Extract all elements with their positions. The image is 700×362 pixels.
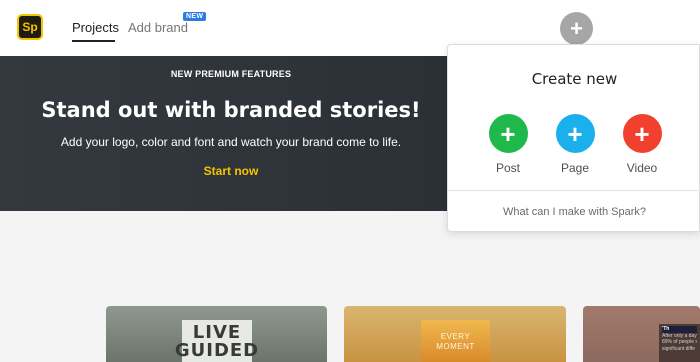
- option-label: Video: [626, 161, 658, 175]
- project-thumbnail: 'Th After only a day 89% of people sa si…: [659, 324, 700, 362]
- banner-subtitle: Add your logo, color and font and watch …: [60, 135, 402, 149]
- start-now-link[interactable]: Start now: [0, 164, 462, 178]
- create-video-option[interactable]: + Video: [612, 114, 672, 175]
- plus-icon: +: [570, 15, 583, 41]
- divider: [448, 190, 700, 191]
- plus-icon[interactable]: +: [622, 114, 662, 153]
- active-tab-indicator: [72, 40, 115, 42]
- thumb-text: GUIDED: [174, 340, 260, 361]
- create-new-title: Create new: [531, 70, 618, 88]
- spark-logo[interactable]: Sp: [17, 14, 43, 40]
- banner-eyebrow: NEW PREMIUM FEATURES: [170, 69, 292, 79]
- project-thumbnail: EVERY MOMENT: [421, 320, 490, 362]
- banner-title: Stand out with branded stories!: [41, 98, 421, 122]
- project-card[interactable]: EVERY MOMENT: [344, 306, 566, 362]
- help-link[interactable]: What can I make with Spark?: [448, 206, 700, 218]
- thumb-text: significant diffe: [662, 345, 695, 352]
- tab-add-brand[interactable]: Add brand: [128, 20, 188, 35]
- option-label: Page: [560, 161, 590, 175]
- project-card[interactable]: LIVE GUIDED: [106, 306, 327, 362]
- create-page-option[interactable]: + Page: [545, 114, 605, 175]
- create-post-option[interactable]: + Post: [478, 114, 538, 175]
- option-label: Post: [495, 161, 520, 175]
- thumb-text: MOMENT: [436, 342, 475, 351]
- create-new-button[interactable]: +: [560, 12, 593, 45]
- thumb-text: 89% of people sa: [662, 339, 697, 345]
- thumb-text: EVERY: [440, 332, 471, 341]
- plus-icon[interactable]: +: [488, 114, 528, 153]
- plus-icon[interactable]: +: [555, 114, 595, 153]
- tab-projects[interactable]: Projects: [72, 20, 119, 35]
- project-thumbnail: LIVE GUIDED: [175, 320, 258, 362]
- create-new-menu: Create new + Post + Page + Video What ca…: [447, 44, 700, 232]
- promo-banner: NEW PREMIUM FEATURES Stand out with bran…: [0, 56, 462, 211]
- new-badge: NEW: [183, 12, 207, 21]
- project-card[interactable]: 'Th After only a day 89% of people sa si…: [583, 306, 700, 362]
